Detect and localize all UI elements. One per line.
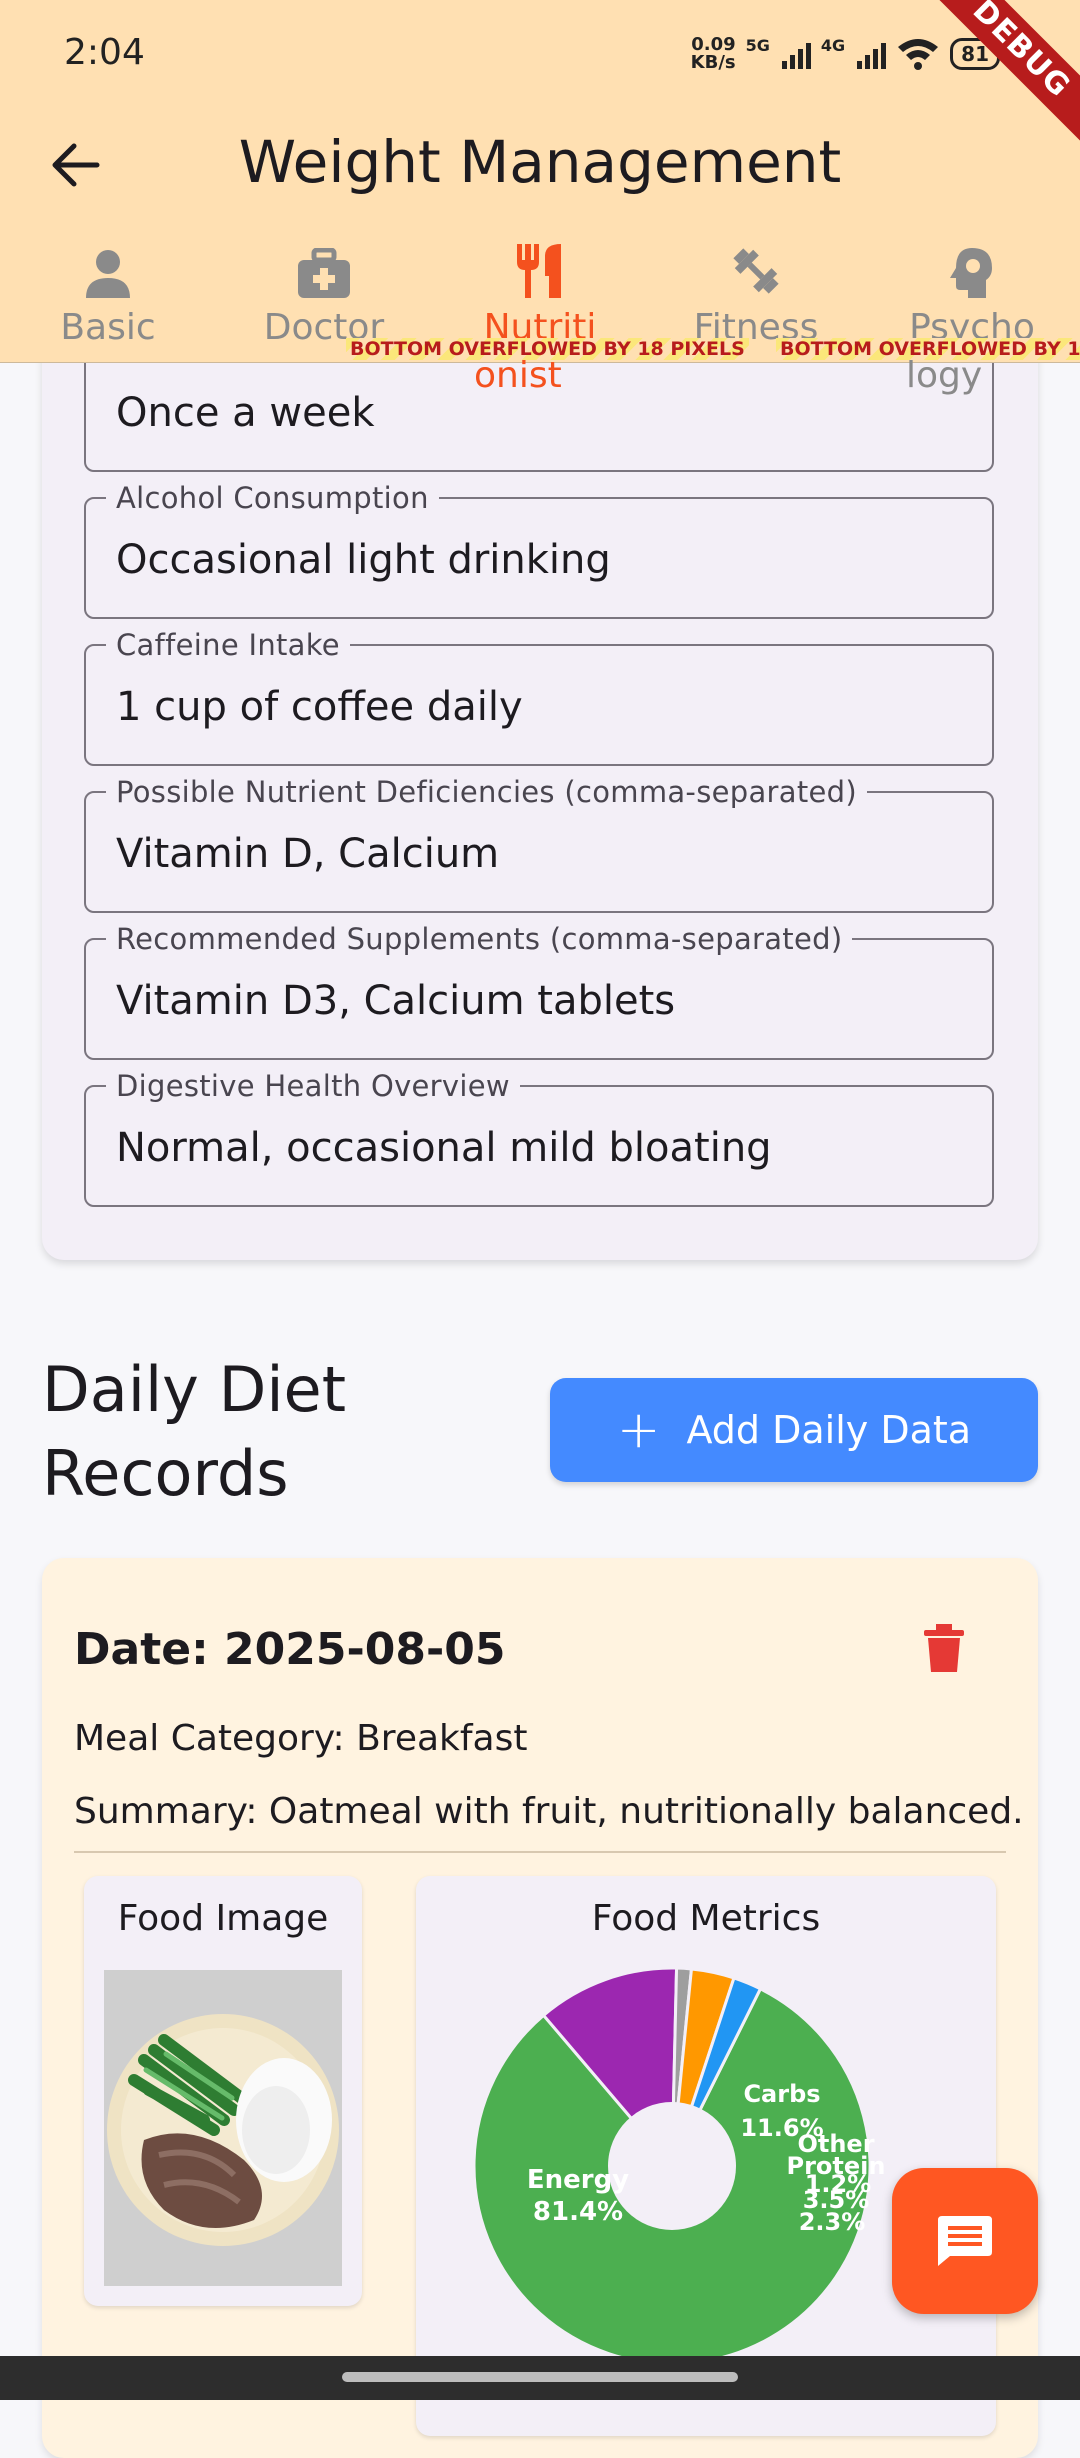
section-title: Daily Diet Records [42, 1348, 346, 1516]
field-label: Possible Nutrient Deficiencies (comma-se… [106, 775, 867, 809]
field-value: Vitamin D3, Calcium tablets [116, 978, 676, 1024]
field-value: Vitamin D, Calcium [116, 831, 500, 877]
net-speed: 0.09 KB/s [691, 36, 736, 72]
signal-icon-2 [857, 39, 887, 69]
tab-label-overflow: onist [474, 355, 562, 396]
field-value: Once a week [116, 390, 375, 436]
nutrient-deficiencies-field[interactable]: Possible Nutrient Deficiencies (comma-se… [84, 775, 994, 913]
app-bar: 2:04 0.09 KB/s 5G 4G 81 DEBUG Weight Man… [0, 0, 1080, 363]
page-title: Weight Management [238, 128, 842, 196]
field-value: Normal, occasional mild bloating [116, 1125, 772, 1171]
section-title-line: Records [42, 1437, 289, 1510]
chat-icon [938, 2216, 992, 2266]
field-label: Digestive Health Overview [106, 1069, 520, 1103]
record-summary: Summary: Oatmeal with fruit, nutritional… [74, 1791, 1024, 1832]
medical-bag-icon [298, 248, 350, 298]
food-image[interactable] [104, 1970, 342, 2286]
signal-4g-label: 4G [820, 36, 846, 55]
status-time: 2:04 [64, 32, 145, 73]
slice-label-energy: Energy [527, 2165, 629, 2195]
divider [74, 1851, 1006, 1853]
section-title-line: Daily Diet [42, 1353, 347, 1426]
add-daily-data-button[interactable]: + Add Daily Data [550, 1378, 1038, 1482]
food-metrics-pie-chart: Energy 81.4% Carbs 11.6% Other Protein 1… [472, 1966, 885, 2366]
field-value: 1 cup of coffee daily [116, 684, 523, 730]
fitness-icon [733, 248, 779, 294]
digestive-health-field[interactable]: Digestive Health Overview Normal, occasi… [84, 1069, 994, 1207]
tab-label-overflow-2: logy [906, 355, 983, 396]
person-icon [86, 250, 130, 298]
tab-basic[interactable]: Basic [0, 236, 216, 362]
chat-fab-button[interactable] [892, 2168, 1038, 2314]
caffeine-intake-field[interactable]: Caffeine Intake 1 cup of coffee daily [84, 628, 994, 766]
signal-5g-label: 5G [745, 36, 770, 55]
field-value: Occasional light drinking [116, 537, 611, 583]
record-date: Date: 2025-08-05 [74, 1624, 506, 1675]
signal-icon [781, 39, 811, 69]
field-label: Recommended Supplements (comma-separated… [106, 922, 853, 956]
system-nav-bar [0, 2356, 1080, 2400]
tab-label: Basic [60, 307, 156, 348]
slice-label-carbs: Carbs [743, 2080, 820, 2108]
slice-value-energy: 81.4% [533, 2197, 623, 2227]
meal-category: Meal Category: Breakfast [74, 1718, 528, 1759]
alcohol-consumption-field[interactable]: Alcohol Consumption Occasional light dri… [84, 481, 994, 619]
status-bar: 2:04 0.09 KB/s 5G 4G 81 [0, 0, 1080, 110]
net-speed-unit: KB/s [690, 52, 736, 73]
food-metrics-card: Food Metrics Energy 81.4% Carbs 11.6% Ot… [416, 1876, 996, 2436]
home-gesture-bar[interactable] [342, 2372, 738, 2382]
food-image-title: Food Image [117, 1898, 329, 1939]
delete-record-button[interactable] [920, 1622, 968, 1678]
trash-icon [924, 1624, 964, 1672]
food-photo [104, 1970, 342, 2286]
recommended-supplements-field[interactable]: Recommended Supplements (comma-separated… [84, 922, 994, 1060]
wifi-icon [898, 39, 939, 70]
slice-value-fat: 2.3% [799, 2208, 866, 2236]
status-icons: 0.09 KB/s 5G 4G 81 [691, 36, 1000, 72]
field-label: Caffeine Intake [106, 628, 350, 662]
plus-icon: + [616, 1400, 661, 1460]
field-label: Alcohol Consumption [106, 481, 439, 515]
psychology-icon [950, 248, 992, 298]
food-image-card: Food Image [84, 1876, 362, 2306]
restaurant-icon [517, 244, 561, 298]
add-button-label: Add Daily Data [686, 1408, 972, 1452]
